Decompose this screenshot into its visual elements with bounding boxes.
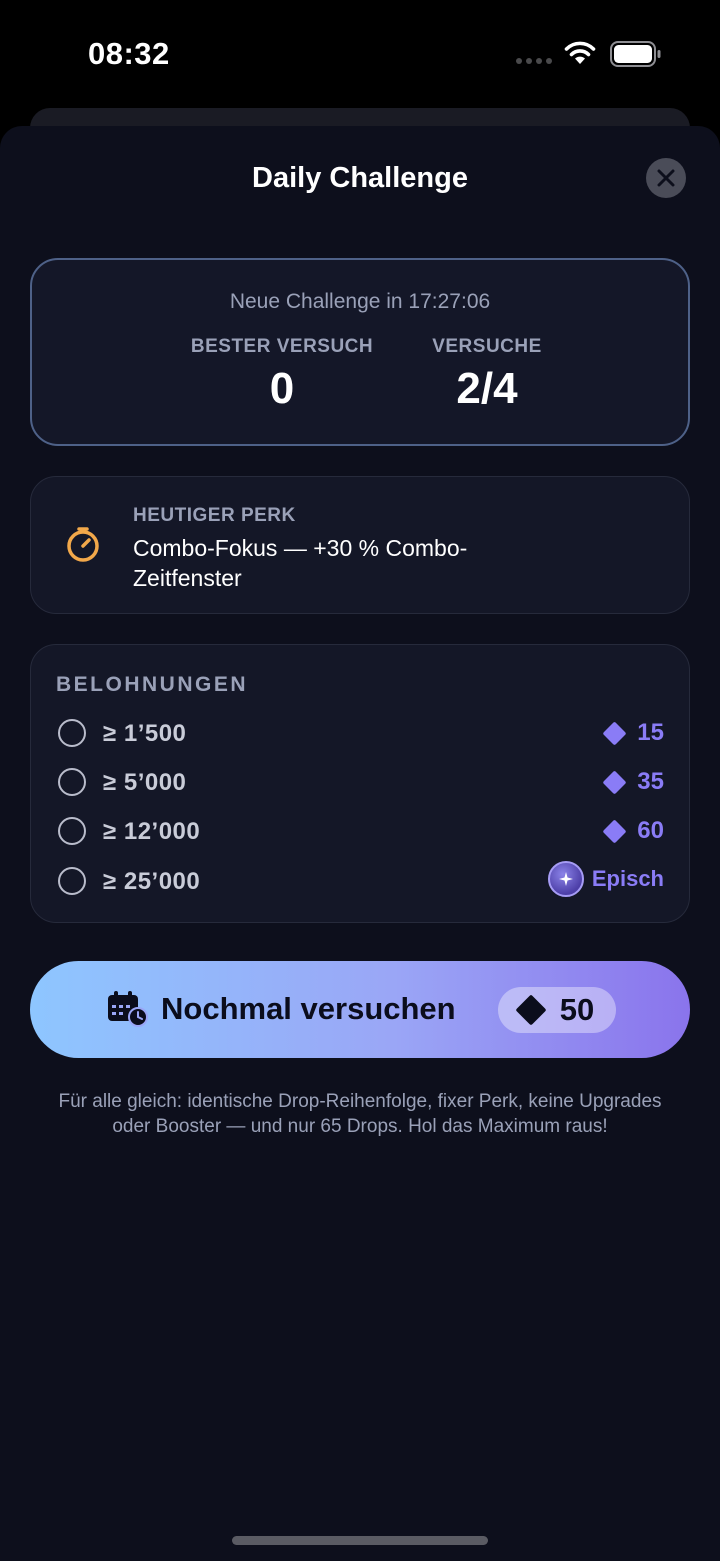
reward-status-circle-icon (58, 768, 86, 796)
best-attempt-stat: BESTER VERSUCH 0 (182, 336, 382, 414)
reward-row: ≥ 1’500 15 (56, 713, 664, 753)
rewards-card: BELOHNUNGEN ≥ 1’500 15 ≥ 5’000 35 ≥ 12’0… (30, 644, 690, 923)
retry-button-label: Nochmal versuchen (161, 991, 456, 1026)
reward-row: ≥ 12’000 60 (56, 811, 664, 851)
close-button[interactable] (646, 158, 686, 198)
reward-amount: Episch (591, 866, 664, 891)
reward-row: ≥ 5’000 35 (56, 762, 664, 802)
perk-label: HEUTIGER PERK (133, 505, 296, 526)
reward-threshold: ≥ 25’000 (103, 868, 201, 895)
diamond-icon (602, 769, 627, 795)
rules-footnote: Für alle gleich: identische Drop-Reihenf… (58, 1091, 662, 1137)
best-attempt-value: 0 (269, 364, 295, 413)
battery-icon (610, 41, 661, 67)
diamond-icon (515, 994, 547, 1026)
attempts-stat: VERSUCHE 2/4 (412, 336, 562, 414)
diamond-icon (602, 818, 627, 844)
cost-value: 50 (559, 992, 595, 1027)
stats-card: Neue Challenge in 17:27:06 BESTER VERSUC… (30, 258, 690, 446)
reward-threshold: ≥ 1’500 (103, 720, 187, 747)
cost-badge: 50 (498, 987, 616, 1033)
calendar-icon (108, 991, 148, 1027)
diamond-icon (602, 720, 627, 746)
reward-status-circle-icon (58, 867, 86, 895)
perk-card: HEUTIGER PERK Combo-Fokus — +30 % Combo-… (30, 476, 690, 614)
timer-icon (67, 527, 99, 562)
attempts-value: 2/4 (456, 364, 518, 413)
reward-status-circle-icon (58, 719, 86, 747)
status-bar: 08:32 (0, 0, 720, 108)
reward-status-circle-icon (58, 817, 86, 845)
wifi-icon (564, 41, 596, 64)
reward-value: 60 (602, 817, 664, 845)
reward-row: ≥ 25’000 Episch (56, 861, 664, 901)
attempts-label: VERSUCHE (432, 336, 542, 357)
reward-value: 15 (602, 719, 664, 747)
perk-description: Combo-Fokus — +30 % Combo-Zeitfenster (133, 535, 468, 591)
reward-threshold: ≥ 5’000 (103, 769, 187, 796)
reward-value: Episch (547, 861, 664, 897)
epic-orb-icon (547, 861, 584, 897)
status-time: 08:32 (88, 36, 170, 71)
reward-amount: 60 (637, 817, 664, 844)
screen: 08:32 Daily Challenge Neue Challenge in … (0, 0, 720, 1561)
cellular-signal-icon (516, 58, 552, 64)
best-attempt-label: BESTER VERSUCH (190, 336, 374, 357)
countdown-text: Neue Challenge in 17:27:06 (229, 290, 491, 313)
reward-threshold: ≥ 12’000 (103, 818, 201, 845)
rewards-title: BELOHNUNGEN (56, 673, 249, 696)
home-indicator[interactable] (232, 1536, 488, 1545)
reward-amount: 35 (637, 768, 664, 795)
retry-button[interactable]: Nochmal versuchen 50 (30, 961, 690, 1058)
sheet-title: Daily Challenge (252, 162, 468, 194)
close-icon (657, 169, 675, 187)
reward-amount: 15 (637, 719, 664, 746)
reward-value: 35 (602, 768, 664, 796)
